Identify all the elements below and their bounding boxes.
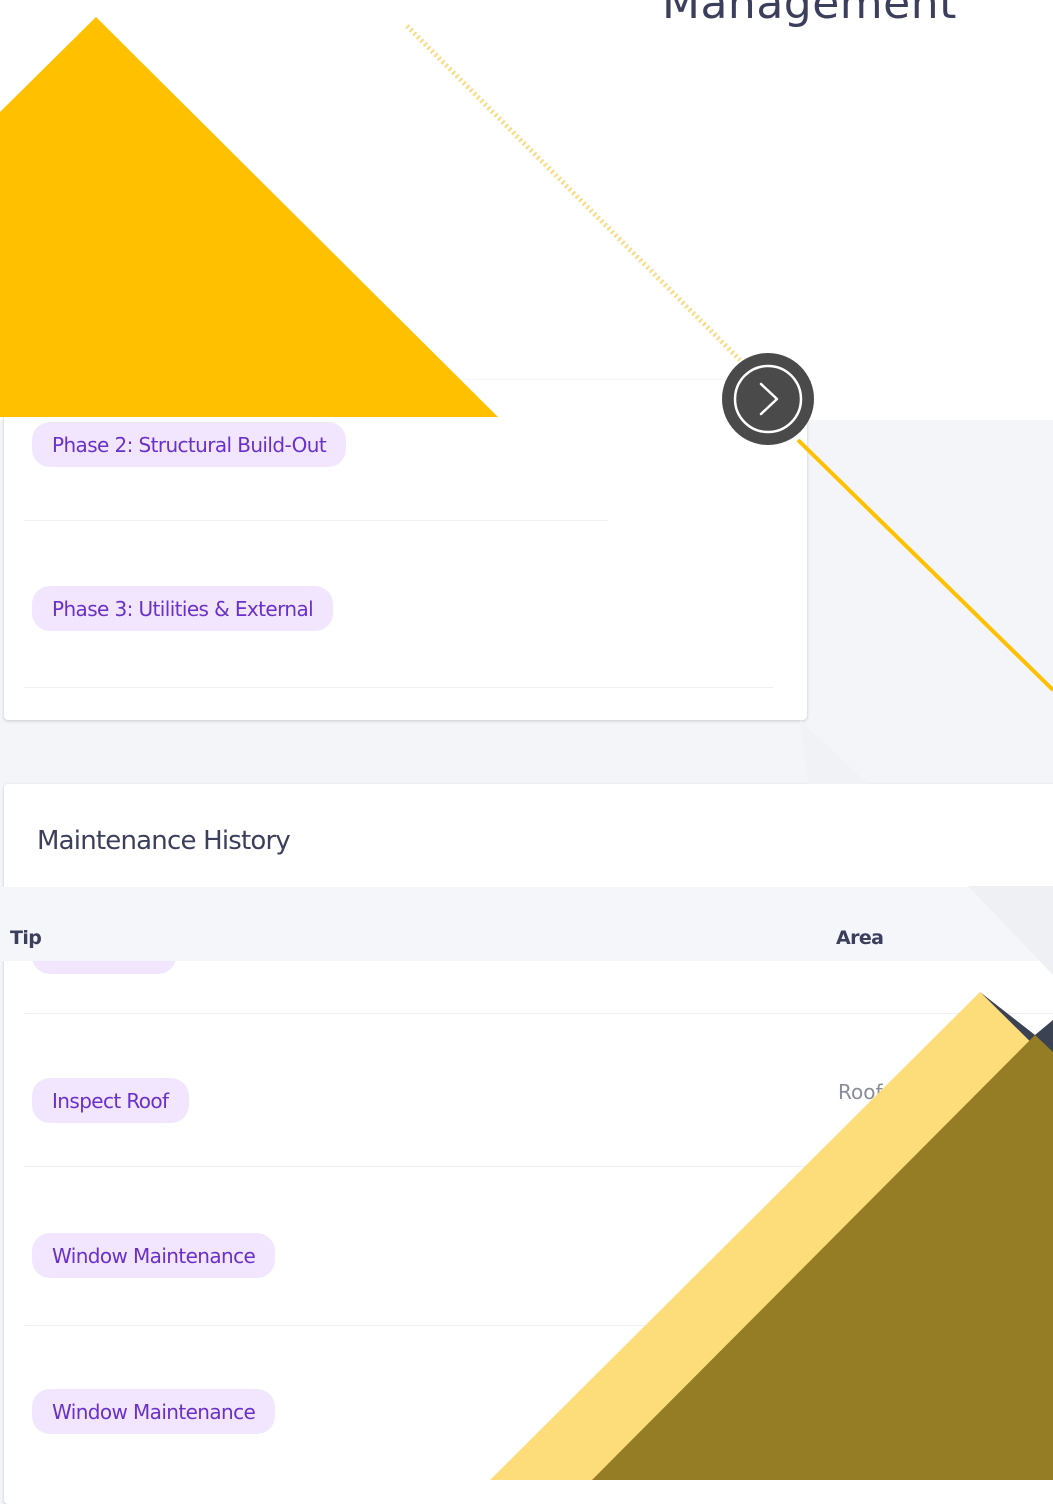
row-divider — [24, 687, 774, 688]
tip-badge-inspect-roof[interactable]: Inspect Roof — [32, 1078, 189, 1123]
row-divider — [24, 1325, 1053, 1326]
card-shadow-shape — [800, 720, 868, 784]
maintenance-history-title: Maintenance History — [37, 826, 291, 856]
next-button[interactable] — [722, 353, 814, 445]
top-banner: Management — [0, 0, 1053, 420]
maintenance-history-card: Maintenance History Tip Area Inspect Roo… — [0, 784, 1053, 1504]
area-value-roof: Roof — [838, 1080, 883, 1104]
row-divider — [24, 520, 608, 521]
row-divider — [24, 1166, 1053, 1167]
row-divider — [24, 1013, 1053, 1014]
phase-badge-utilities[interactable]: Phase 3: Utilities & External — [32, 586, 334, 631]
diagonal-line-decoration — [796, 438, 1053, 692]
table-header: Tip Area — [0, 887, 1053, 961]
tip-badge-window-maintenance[interactable]: Window Maintenance — [32, 1233, 276, 1278]
tip-badge-window-maintenance[interactable]: Window Maintenance — [32, 1389, 276, 1434]
phases-card: Phase 2: Structural Build-Out Phase 3: U… — [4, 380, 807, 720]
chevron-right-icon — [733, 364, 803, 434]
column-header-tip[interactable]: Tip — [10, 927, 42, 949]
page-heading: Management — [662, 0, 957, 29]
phase-badge-structural[interactable]: Phase 2: Structural Build-Out — [32, 422, 347, 467]
column-header-area[interactable]: Area — [836, 927, 884, 949]
